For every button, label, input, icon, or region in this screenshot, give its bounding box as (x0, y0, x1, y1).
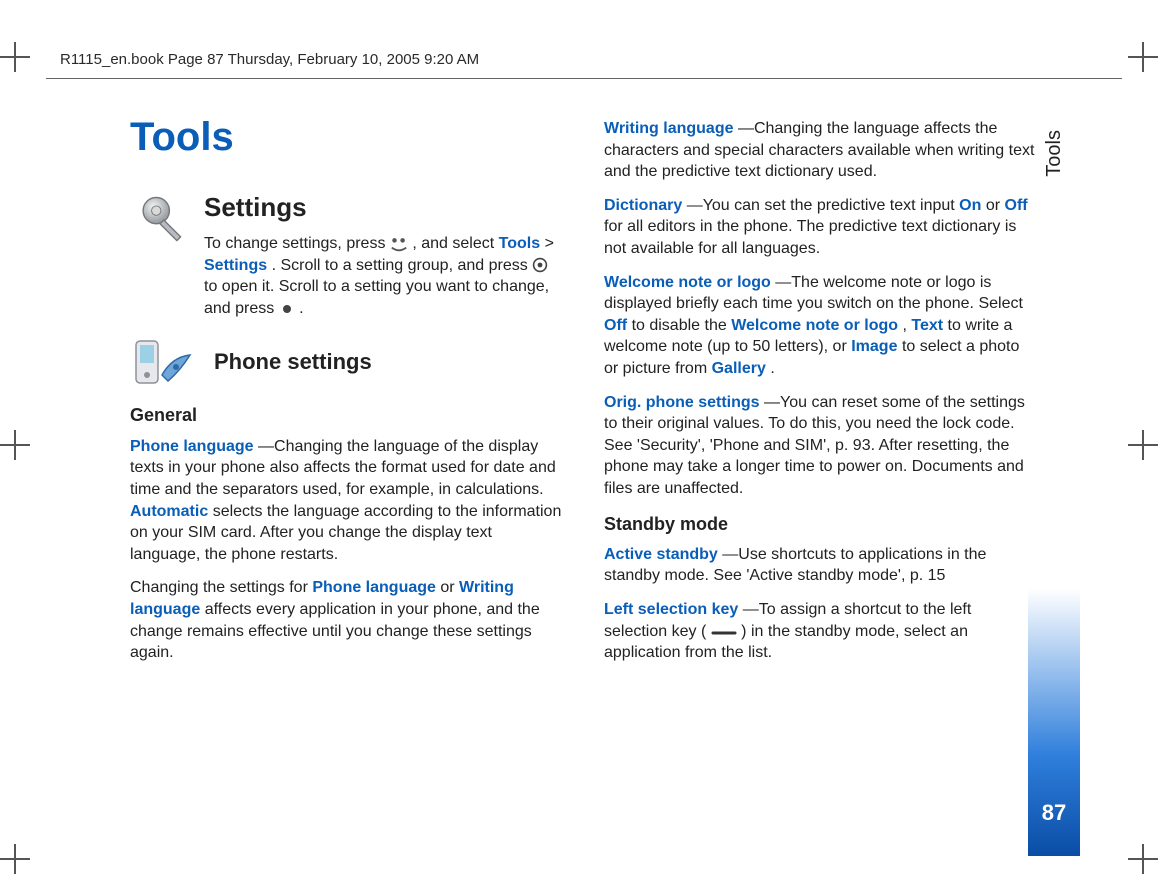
writing-language-label-2: Writing language (604, 120, 733, 137)
phone-connectivity-icon (130, 337, 200, 393)
orig-phone-settings-paragraph: Orig. phone settings —You can reset some… (604, 392, 1038, 500)
welcome-note-paragraph: Welcome note or logo —The welcome note o… (604, 272, 1038, 380)
orig-phone-settings-label: Orig. phone settings (604, 394, 760, 411)
dictionary-label: Dictionary (604, 197, 682, 214)
crop-mark-mid-right (1128, 430, 1168, 470)
welcome-note-label: Welcome note or logo (604, 274, 771, 291)
phone-language-label: Phone language (130, 438, 254, 455)
phone-language-label-2: Phone language (312, 579, 436, 596)
tools-link: Tools (499, 235, 540, 252)
column-left: Tools Settings To change settings, press (130, 110, 564, 856)
crop-mark-bottom-left (0, 844, 40, 884)
page-content: Tools Settings To change settings, press (130, 110, 1038, 856)
running-header: R1115_en.book Page 87 Thursday, February… (60, 42, 1108, 76)
joystick-icon (532, 257, 548, 273)
left-softkey-icon (711, 626, 737, 636)
off-label-2: Off (604, 317, 627, 334)
header-rule (46, 78, 1122, 79)
crop-mark-mid-left (0, 430, 40, 470)
standby-mode-heading: Standby mode (604, 512, 1038, 536)
text-label: Text (911, 317, 943, 334)
menu-key-icon (390, 235, 408, 253)
active-standby-paragraph: Active standby —Use shortcuts to applica… (604, 544, 1038, 587)
off-label: Off (1005, 197, 1028, 214)
settings-link: Settings (204, 257, 267, 274)
changing-settings-paragraph: Changing the settings for Phone language… (130, 577, 564, 663)
crop-mark-top-left (0, 42, 40, 82)
phone-settings-row: Phone settings (130, 337, 564, 393)
writing-language-paragraph: Writing language —Changing the language … (604, 118, 1038, 183)
running-header-text: R1115_en.book Page 87 Thursday, February… (60, 51, 479, 68)
active-standby-label: Active standby (604, 546, 718, 563)
crop-mark-top-right (1128, 42, 1168, 82)
settings-heading-row: Settings To change settings, press , and… (130, 190, 564, 331)
welcome-note-label-2: Welcome note or logo (731, 317, 898, 334)
left-selection-key-label: Left selection key (604, 601, 738, 618)
image-label: Image (851, 338, 897, 355)
settings-intro: To change settings, press , and select T… (204, 233, 564, 319)
on-label: On (959, 197, 981, 214)
section-tab-label: Tools (1043, 130, 1066, 177)
dictionary-paragraph: Dictionary —You can set the predictive t… (604, 195, 1038, 260)
gallery-label: Gallery (712, 360, 766, 377)
automatic-label: Automatic (130, 503, 208, 520)
page-title: Tools (130, 110, 564, 164)
wrench-icon (130, 190, 190, 250)
select-key-icon (279, 301, 295, 317)
left-selection-key-paragraph: Left selection key —To assign a shortcut… (604, 599, 1038, 664)
crop-mark-bottom-right (1128, 844, 1168, 884)
phone-language-paragraph: Phone language —Changing the language of… (130, 436, 564, 566)
phone-settings-heading: Phone settings (214, 347, 372, 377)
settings-heading: Settings (204, 190, 564, 225)
column-right: Writing language —Changing the language … (604, 110, 1038, 856)
general-heading: General (130, 403, 564, 427)
